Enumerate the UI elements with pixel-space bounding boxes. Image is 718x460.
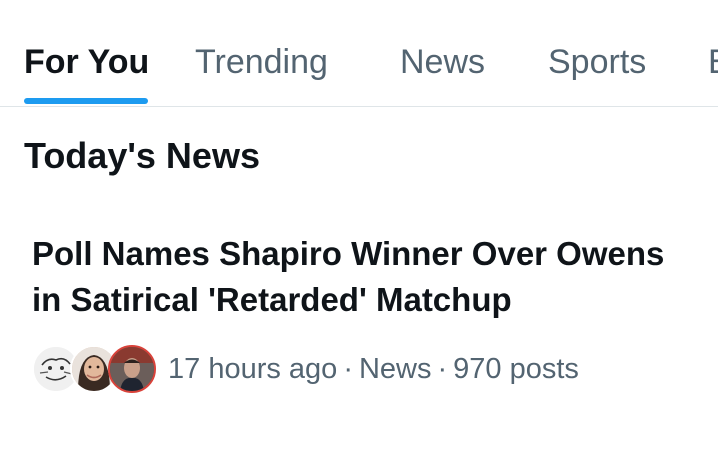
meta-separator: · <box>343 352 353 385</box>
news-headline[interactable]: Poll Names Shapiro Winner Over Owens in … <box>32 231 702 323</box>
tab-news[interactable]: News <box>400 40 485 84</box>
story-meta: 17 hours ago · News · 970 posts <box>32 344 579 394</box>
tab-trending[interactable]: Trending <box>195 40 328 84</box>
story-time: 17 hours ago <box>168 352 338 385</box>
man-portrait-avatar <box>108 345 156 393</box>
section-title: Today's News <box>24 135 260 176</box>
avatar-group[interactable] <box>32 345 156 393</box>
tab-entertainment-partial[interactable]: E <box>708 40 718 84</box>
meta-separator: · <box>437 352 448 385</box>
active-tab-indicator <box>24 98 148 104</box>
story-post-count: 970 posts <box>453 352 579 385</box>
tab-bar: For You Trending News Sports E <box>0 0 718 107</box>
tab-sports[interactable]: Sports <box>548 40 646 84</box>
tab-for-you[interactable]: For You <box>24 40 149 84</box>
story-meta-text: 17 hours ago · News · 970 posts <box>168 353 579 386</box>
story-category: News <box>358 352 432 385</box>
